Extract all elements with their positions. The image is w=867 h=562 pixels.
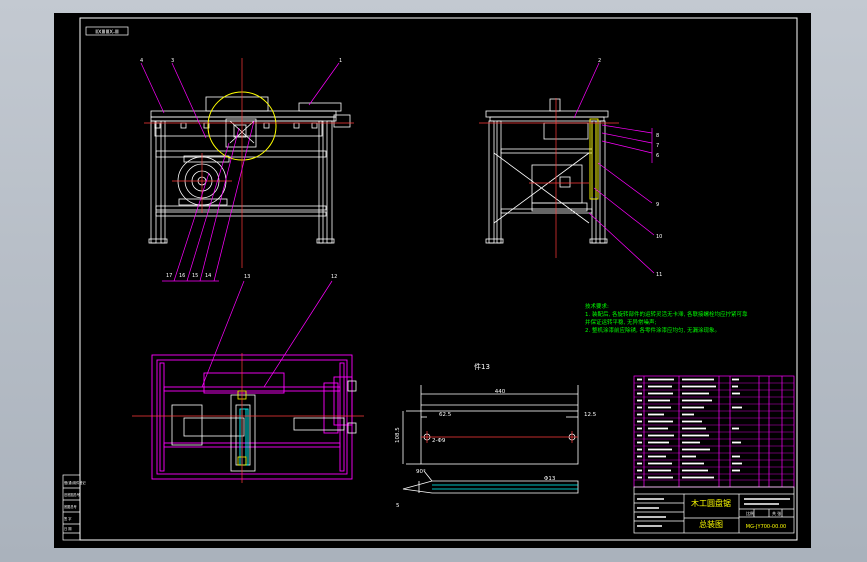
dim-holes: 2-Φ9	[432, 438, 446, 444]
notes-line-3: 2. 整机涂漆前应除锈, 各零件涂漆应均匀, 无漏涂现象。	[585, 328, 720, 334]
plan-outline	[151, 354, 353, 480]
balloon-side-right-2: 6	[656, 153, 659, 159]
title-drawing-no: MG-JY700-00.00	[746, 524, 786, 530]
balloon-plan-top-0: 13	[244, 274, 250, 280]
plan-motor	[171, 404, 203, 446]
part-dims: 440 62.5 12.5 108.5 2-Φ9 Φ13 90° 5	[395, 389, 597, 509]
title-drawing-name: 总装图	[699, 519, 723, 529]
part-section-hatch	[432, 484, 578, 490]
parts-list-rows	[634, 382, 794, 481]
dim-length-total: 440	[495, 389, 506, 395]
parts-list-text	[637, 378, 742, 479]
revision-row-3: 签 字	[64, 516, 71, 521]
balloon-side-right-5: 11	[656, 272, 662, 278]
front-table-top	[150, 110, 337, 118]
balloon-side-right-1: 7	[656, 143, 659, 149]
dim-height: 108.5	[395, 427, 401, 443]
side-leaders	[573, 62, 655, 274]
balloon-front-top-2: 1	[339, 58, 342, 64]
front-leaders	[140, 62, 340, 282]
revision-row-2: 底图总号	[64, 504, 77, 509]
balloon-front-top-1: 3	[171, 58, 174, 64]
balloon-plan-top-1: 12	[331, 274, 337, 280]
plan-view-inner	[171, 380, 357, 472]
balloon-front-bottom-1: 16	[179, 273, 185, 279]
balloon-front-bottom-2: 15	[192, 273, 198, 279]
engineering-drawing: ⅡⅩⅢⅢⅩ-Ⅲ 4 3 1 17 16 15 14 2 8 7 6 9 10 1…	[62, 17, 798, 541]
balloon-side-top-0: 2	[598, 58, 601, 64]
side-balloons: 2 8 7 6 9 10 11	[598, 58, 662, 278]
front-view	[148, 96, 351, 244]
part-view-title: 件13	[474, 362, 490, 371]
title-sheet-label: 共 张	[772, 510, 781, 516]
balloon-side-right-3: 9	[656, 202, 659, 208]
balloon-side-right-0: 8	[656, 133, 659, 139]
revision-row-1: 旧底图总号	[64, 492, 80, 497]
dim-diameter: Φ13	[544, 476, 556, 482]
plan-balloons: 13 12	[244, 274, 337, 280]
side-table-top	[485, 110, 609, 118]
dim-left-offset: 62.5	[439, 412, 452, 418]
side-motor	[531, 164, 583, 204]
view-tag: ⅡⅩⅢⅢⅩ-Ⅲ	[95, 30, 119, 36]
plan-leaders	[201, 280, 333, 388]
balloon-front-bottom-0: 17	[166, 273, 172, 279]
revision-row-0: 借(通)用件登记	[64, 480, 86, 485]
balloon-front-bottom-3: 14	[205, 273, 211, 279]
balloon-front-top-0: 4	[140, 58, 143, 64]
front-guard	[205, 96, 269, 112]
dim-right-offset: 12.5	[584, 412, 597, 418]
plan-blade-slot	[230, 394, 256, 472]
front-center-lines	[144, 58, 354, 268]
cad-viewport[interactable]: ⅡⅩⅢⅢⅩ-Ⅲ 4 3 1 17 16 15 14 2 8 7 6 9 10 1…	[54, 13, 811, 548]
side-belt	[589, 118, 599, 200]
revision-row-4: 日 期	[64, 526, 71, 531]
plan-view	[151, 354, 353, 480]
balloon-side-right-4: 10	[656, 234, 662, 240]
title-scale-label: 比例	[746, 510, 754, 516]
dim-thickness: 5	[396, 503, 400, 509]
title-company: 木工圆盘锯	[691, 498, 731, 508]
front-balloons: 4 3 1 17 16 15 14	[140, 58, 342, 279]
dim-angle: 90°	[416, 469, 426, 475]
